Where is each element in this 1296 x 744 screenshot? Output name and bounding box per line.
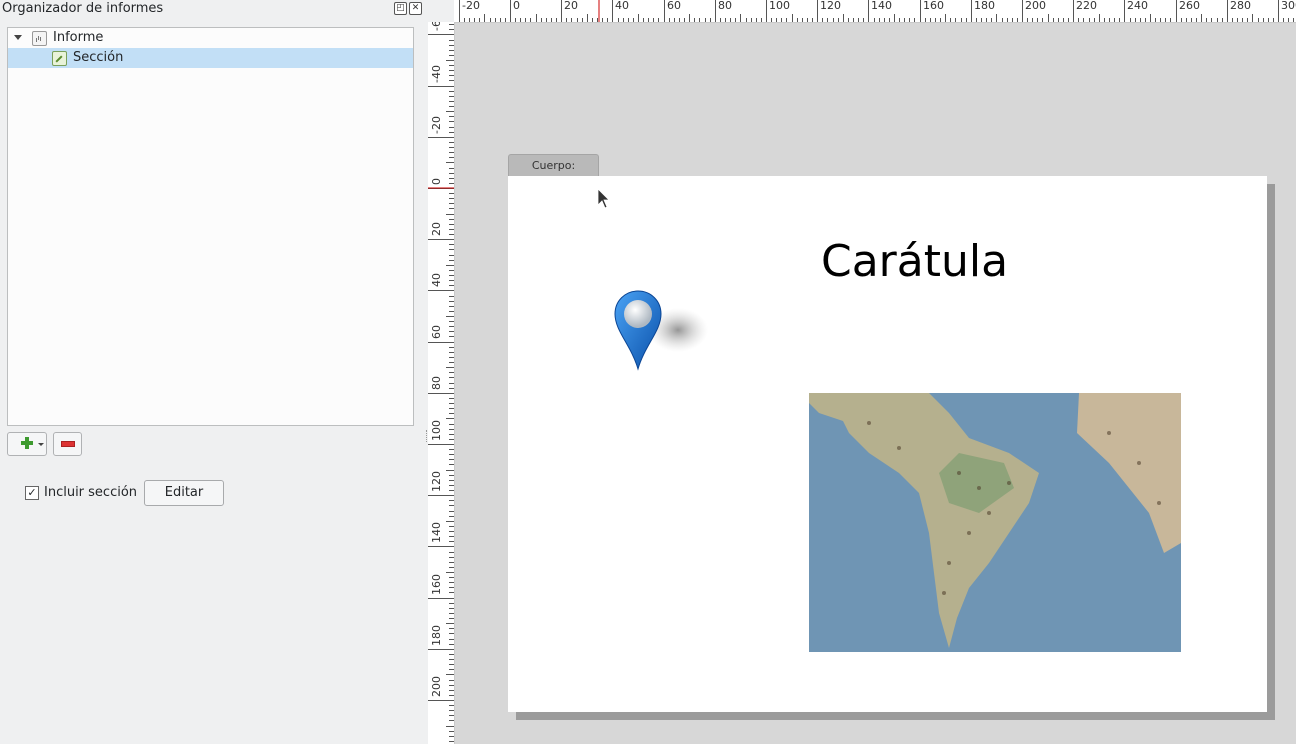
map-item[interactable]	[809, 393, 1181, 652]
tree-item-label: Sección	[73, 50, 124, 65]
ruler-label: 300	[1281, 0, 1296, 12]
remove-section-button[interactable]	[53, 432, 82, 456]
page-title-label[interactable]: Carátula	[821, 234, 1008, 290]
ruler-label: 0	[513, 0, 520, 12]
tree-item-section[interactable]: Sección	[8, 48, 413, 68]
ruler-corner	[428, 0, 454, 22]
ruler-label: 220	[1076, 0, 1097, 12]
layout-canvas[interactable]: Cuerpo: Sección Carátula	[455, 23, 1296, 744]
ruler-label: 240	[1127, 0, 1148, 12]
ruler-label: 160	[923, 0, 944, 12]
ruler-label: 80	[718, 0, 732, 12]
ruler-label: 140	[430, 522, 443, 543]
include-section-checkbox[interactable]: ✓	[25, 486, 39, 500]
ruler-label: 200	[430, 676, 443, 697]
ruler-label: 20	[564, 0, 578, 12]
ruler-label: 280	[1230, 0, 1251, 12]
ruler-label: 160	[430, 574, 443, 595]
tree-item-label: Informe	[53, 30, 104, 45]
chevron-down-icon	[38, 443, 44, 446]
ruler-label: 140	[871, 0, 892, 12]
ruler-label: 180	[430, 625, 443, 646]
ruler-label: -40	[430, 65, 443, 83]
ruler-label: 180	[974, 0, 995, 12]
close-panel-icon[interactable]: ✕	[409, 2, 422, 15]
report-icon	[32, 31, 47, 46]
include-section-label: Incluir sección	[44, 485, 138, 500]
ruler-label: 120	[430, 471, 443, 492]
section-icon	[52, 51, 67, 66]
ruler-label: 80	[430, 376, 443, 390]
add-section-button[interactable]	[7, 432, 47, 456]
expand-arrow-icon[interactable]	[14, 35, 22, 40]
panel-title: Organizador de informes	[2, 1, 164, 16]
vertical-ruler[interactable]: -60 -40 -20 0 20 40 60 80 100 120 140 160 180 200	[428, 22, 455, 744]
ruler-label: 100	[769, 0, 790, 12]
ruler-label: 40	[615, 0, 629, 12]
add-icon	[21, 437, 33, 449]
section-tab[interactable]: Cuerpo: Sección	[508, 154, 599, 193]
map-image	[809, 393, 1181, 652]
report-tree[interactable]: Informe Sección	[7, 27, 414, 426]
report-organizer-panel: Organizador de informes ◰ ✕ Informe Secc…	[0, 0, 428, 744]
ruler-label: 120	[820, 0, 841, 12]
mouse-cursor-icon	[597, 188, 610, 209]
ruler-label: 20	[430, 222, 443, 236]
ruler-label: 0	[430, 178, 443, 185]
ruler-label: 40	[430, 273, 443, 287]
horizontal-ruler[interactable]: -20 0 20 40 60 80 100 120 140 160 180 200 220 240 260 2…	[454, 0, 1296, 23]
map-pin-icon[interactable]	[605, 283, 715, 383]
ruler-label: -60	[430, 22, 443, 31]
float-panel-icon[interactable]: ◰	[394, 2, 407, 15]
remove-icon	[61, 441, 75, 447]
panel-window-buttons: ◰ ✕	[394, 2, 422, 15]
ruler-label: 100	[430, 420, 443, 441]
ruler-label: -20	[462, 0, 480, 12]
ruler-label: 260	[1179, 0, 1200, 12]
ruler-label: -20	[430, 116, 443, 134]
ruler-label: 200	[1025, 0, 1046, 12]
ruler-label: 60	[430, 325, 443, 339]
edit-button[interactable]: Editar	[144, 480, 224, 506]
ruler-label: 60	[667, 0, 681, 12]
tree-item-report[interactable]: Informe	[8, 28, 413, 48]
